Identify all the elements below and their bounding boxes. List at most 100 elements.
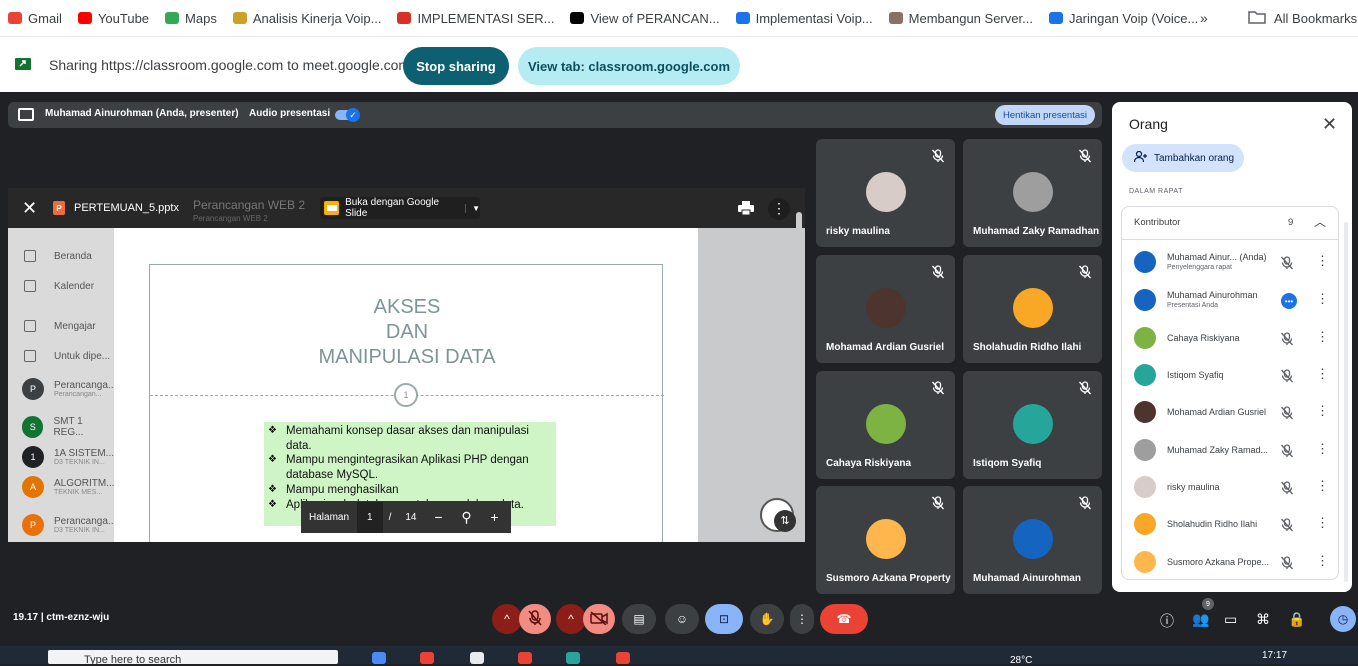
more-vert-icon[interactable]: ⋮ bbox=[1316, 553, 1329, 569]
participant-tile[interactable]: Mohamad Ardian Gusriel bbox=[816, 255, 955, 363]
participant-tile[interactable]: Muhamad Zaky Ramadhan bbox=[963, 139, 1102, 247]
bookmark-item[interactable]: View of PERANCAN... bbox=[562, 0, 727, 36]
camera-button[interactable] bbox=[583, 604, 615, 634]
participant-row[interactable]: risky maulina ⋮ bbox=[1122, 468, 1338, 502]
print-icon[interactable] bbox=[738, 201, 754, 216]
chevron-up-icon[interactable]: ︿ bbox=[1314, 213, 1326, 230]
participant-row[interactable]: Muhamad Ainurohman Presentasi Anda ••• ⋮ bbox=[1122, 281, 1338, 315]
bookmarks-more-button[interactable]: » bbox=[1200, 10, 1208, 26]
zoom-icon[interactable]: ⚲ bbox=[453, 509, 481, 526]
bookmark-item[interactable]: Gmail bbox=[0, 0, 70, 36]
all-bookmarks-button[interactable]: All Bookmarks bbox=[1248, 0, 1357, 36]
classroom-nav-item[interactable]: P Perancanga... Perancangan... bbox=[22, 378, 116, 400]
add-people-button[interactable]: Tambahkan orang bbox=[1122, 144, 1244, 172]
classroom-nav-item[interactable]: Beranda bbox=[24, 250, 92, 262]
bookmark-label: Gmail bbox=[28, 10, 62, 26]
audio-presentation-toggle[interactable]: ✓ bbox=[335, 108, 360, 122]
bookmark-item[interactable]: Analisis Kinerja Voip... bbox=[225, 0, 390, 36]
bookmark-item[interactable]: Jaringan Voip (Voice... bbox=[1041, 0, 1206, 36]
participant-row[interactable]: Muhamad Zaky Ramad... ⋮ bbox=[1122, 431, 1338, 465]
mic-off-icon[interactable] bbox=[1280, 369, 1294, 383]
raise-hand-button[interactable]: ✋ bbox=[750, 604, 784, 634]
more-vert-icon[interactable]: ⋮ bbox=[1316, 329, 1329, 345]
bookmark-item[interactable]: Membangun Server... bbox=[881, 0, 1041, 36]
participant-row[interactable]: Mohamad Ardian Gusriel ⋮ bbox=[1122, 393, 1338, 427]
classroom-nav-item[interactable]: 1 1A SISTEM... D3 TEKNIK IN... bbox=[22, 446, 114, 468]
participant-row[interactable]: Istiqom Syafiq ⋮ bbox=[1122, 356, 1338, 390]
current-page-input[interactable]: 1 bbox=[357, 501, 383, 533]
mic-off-icon[interactable] bbox=[1280, 406, 1294, 420]
zoom-in-icon[interactable]: + bbox=[481, 509, 509, 525]
class-avatar: A bbox=[22, 476, 44, 498]
scrollbar[interactable] bbox=[796, 212, 802, 232]
app-icon[interactable] bbox=[518, 652, 532, 664]
more-vert-icon[interactable]: ⋮ bbox=[1316, 515, 1329, 531]
more-vert-icon[interactable]: ⋮ bbox=[1316, 253, 1329, 269]
scrollbar[interactable] bbox=[1344, 222, 1348, 582]
mic-off-icon[interactable] bbox=[1280, 256, 1294, 270]
timer-icon[interactable]: ◷ bbox=[1330, 606, 1356, 632]
more-vert-icon[interactable]: ⋮ bbox=[1316, 441, 1329, 457]
classroom-nav-item[interactable]: P Perancanga... D3 TEKNIK IN... bbox=[22, 514, 116, 536]
more-vert-icon[interactable]: ⋮ bbox=[1316, 478, 1329, 494]
classroom-nav-item[interactable]: Mengajar bbox=[24, 320, 96, 332]
app-icon[interactable] bbox=[470, 652, 484, 664]
stop-presentation-button[interactable]: Hentikan presentasi bbox=[995, 105, 1095, 125]
bookmark-item[interactable]: YouTube bbox=[70, 0, 157, 36]
participant-tile[interactable]: Muhamad Ainurohman bbox=[963, 486, 1102, 594]
people-icon[interactable]: 👥 bbox=[1192, 611, 1209, 628]
host-controls-icon[interactable]: 🔒 bbox=[1288, 611, 1305, 628]
background-class-subtitle: Perancangan WEB 2 bbox=[193, 214, 268, 223]
more-vert-icon[interactable]: ⋮ bbox=[768, 198, 790, 220]
chrome-icon[interactable] bbox=[616, 652, 630, 664]
classroom-nav-item[interactable]: S SMT 1 REG... bbox=[22, 416, 114, 438]
participant-row[interactable]: Sholahudin Ridho Ilahi ⋮ bbox=[1122, 505, 1338, 539]
classroom-nav-item[interactable]: Untuk dipe... bbox=[24, 350, 110, 362]
participant-row[interactable]: Susmoro Azkana Prope... ⋮ bbox=[1122, 543, 1338, 577]
app-icon[interactable] bbox=[372, 652, 386, 664]
reactions-button[interactable]: ☺ bbox=[665, 604, 699, 634]
open-with-google-slides-button[interactable]: Buka dengan Google Slide ▼ bbox=[320, 197, 480, 219]
chevron-down-icon[interactable]: ▼ bbox=[465, 203, 480, 213]
present-button[interactable]: ⊡ bbox=[705, 604, 743, 634]
mic-off-icon[interactable] bbox=[1280, 332, 1294, 346]
mic-off-icon[interactable] bbox=[1280, 444, 1294, 458]
participant-tile[interactable]: risky maulina bbox=[816, 139, 955, 247]
more-vert-icon[interactable]: ⋮ bbox=[1316, 366, 1329, 382]
bookmark-item[interactable]: Maps bbox=[157, 0, 225, 36]
mic-off-icon[interactable] bbox=[1280, 556, 1294, 570]
close-icon[interactable]: ✕ bbox=[1322, 114, 1337, 135]
more-options-button[interactable]: ⋮ bbox=[790, 604, 814, 634]
classroom-nav-item[interactable]: Kalender bbox=[24, 280, 94, 292]
video-options-button[interactable]: ^ bbox=[556, 604, 586, 634]
participant-tile[interactable]: Sholahudin Ridho Ilahi bbox=[963, 255, 1102, 363]
participant-tile[interactable]: Susmoro Azkana Property bbox=[816, 486, 955, 594]
more-vert-icon[interactable]: ⋮ bbox=[1316, 291, 1329, 307]
chrome-icon[interactable] bbox=[420, 652, 434, 664]
participant-tile[interactable]: Istiqom Syafiq bbox=[963, 371, 1102, 479]
edge-icon[interactable] bbox=[566, 652, 580, 664]
participant-tile[interactable]: Cahaya Riskiyana bbox=[816, 371, 955, 479]
chat-icon[interactable]: ▭ bbox=[1224, 611, 1237, 628]
participant-row[interactable]: Cahaya Riskiyana ⋮ bbox=[1122, 319, 1338, 353]
captions-button[interactable]: ▤ bbox=[622, 604, 656, 634]
bookmark-item[interactable]: IMPLEMENTASI SER... bbox=[389, 0, 562, 36]
taskbar-search-input[interactable]: Type here to search bbox=[48, 650, 338, 664]
more-vert-icon[interactable]: ⋮ bbox=[1316, 403, 1329, 419]
stop-sharing-button[interactable]: Stop sharing bbox=[403, 47, 509, 85]
participant-row[interactable]: Muhamad Ainur... (Anda) Penyelenggara rap… bbox=[1122, 243, 1338, 277]
audio-options-button[interactable]: ^ bbox=[492, 604, 522, 634]
view-tab-button[interactable]: View tab: classroom.google.com bbox=[518, 47, 740, 85]
classroom-nav-item[interactable]: A ALGORITM... TEKNIK MES... bbox=[22, 476, 115, 498]
bookmark-item[interactable]: Implementasi Voip... bbox=[728, 0, 881, 36]
leave-call-button[interactable]: ☎ bbox=[820, 604, 868, 634]
close-icon[interactable]: ✕ bbox=[22, 198, 37, 219]
mic-off-icon[interactable] bbox=[1280, 481, 1294, 495]
microphone-button[interactable] bbox=[519, 604, 551, 634]
swap-icon[interactable]: ⇅ bbox=[774, 510, 796, 532]
info-icon[interactable]: ⓘ bbox=[1160, 611, 1174, 631]
activities-icon[interactable]: ⌘ bbox=[1256, 611, 1270, 628]
participant-name: Cahaya Riskiyana bbox=[826, 458, 912, 469]
zoom-out-icon[interactable]: − bbox=[425, 509, 453, 525]
mic-off-icon[interactable] bbox=[1280, 518, 1294, 532]
